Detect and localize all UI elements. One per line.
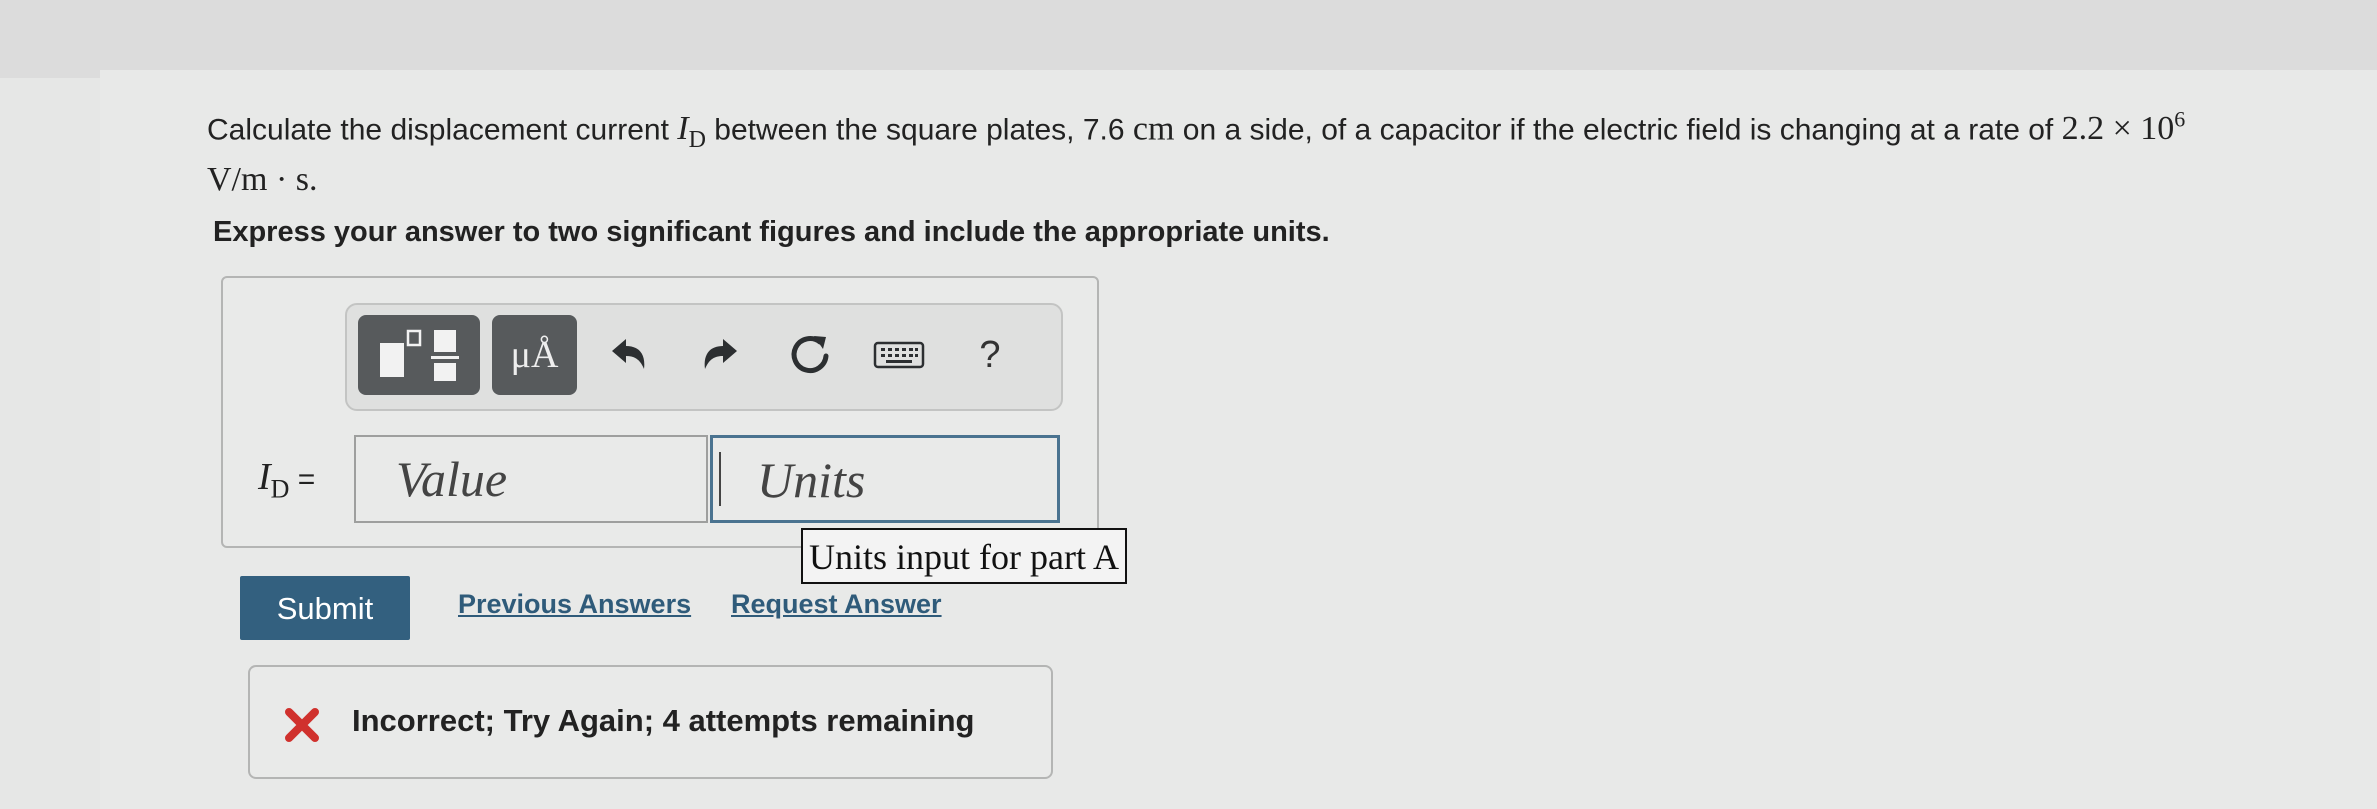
- value-input[interactable]: Value: [354, 435, 708, 523]
- id-symbol: ID: [677, 110, 706, 154]
- top-band: [0, 0, 2377, 78]
- answer-label: ID =: [258, 456, 316, 504]
- feedback-message: Incorrect; Try Again; 4 attempts remaini…: [352, 703, 975, 738]
- undo-button[interactable]: [598, 322, 658, 388]
- question-text: Calculate the displacement current ID be…: [207, 100, 2337, 201]
- redo-icon: [704, 339, 737, 369]
- submit-button[interactable]: Submit: [240, 576, 410, 640]
- question-period: .: [309, 161, 318, 199]
- question-text-part: Calculate the displacement current: [207, 113, 678, 147]
- instruction-text: Express your answer to two significant f…: [213, 216, 1330, 248]
- units-tooltip: Units input for part A: [801, 528, 1127, 584]
- redo-button[interactable]: [691, 322, 751, 388]
- question-text-part: between the square plates, 7.6: [705, 113, 1133, 147]
- help-icon: ?: [979, 333, 1001, 376]
- keyboard-button[interactable]: [869, 322, 929, 388]
- templates-button[interactable]: [358, 315, 480, 395]
- templates-icon: [380, 329, 459, 381]
- units-button[interactable]: μÅ: [492, 315, 577, 395]
- question-text-part: on a side, of a capacitor if the electri…: [1174, 113, 2062, 147]
- reset-button[interactable]: [780, 322, 840, 388]
- rate-value: 2.2 × 106: [2061, 107, 2186, 148]
- units-input[interactable]: Units: [710, 435, 1060, 523]
- reset-icon: [791, 336, 829, 374]
- help-button[interactable]: ?: [960, 322, 1020, 388]
- request-answer-link[interactable]: Request Answer: [731, 589, 942, 620]
- keyboard-icon: [873, 341, 925, 369]
- undo-icon: [612, 339, 645, 369]
- rate-units: V/m · s: [207, 161, 309, 199]
- text-caret: [719, 452, 721, 506]
- previous-answers-link[interactable]: Previous Answers: [458, 589, 691, 620]
- unit-cm: cm: [1132, 110, 1175, 148]
- incorrect-x-icon: [285, 708, 319, 742]
